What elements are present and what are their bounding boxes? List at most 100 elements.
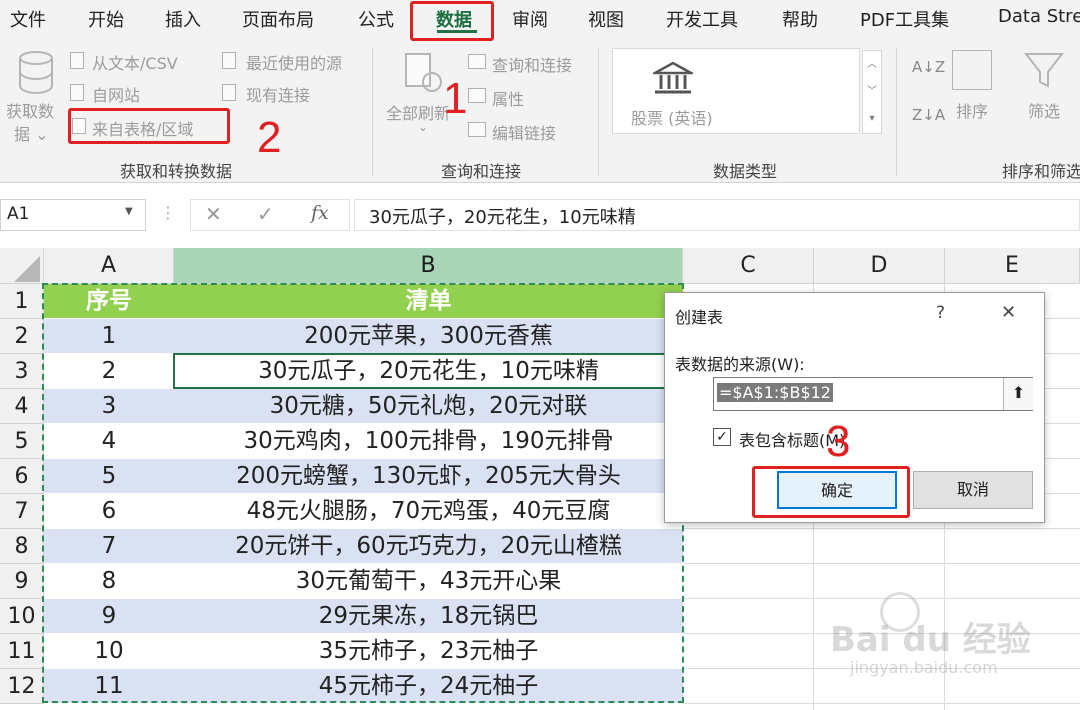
tab-help[interactable]: 帮助 <box>782 6 818 32</box>
row-header[interactable]: 6 <box>0 459 44 494</box>
group-separator <box>598 48 599 176</box>
watermark-paw-icon <box>880 592 920 632</box>
existing-connections-button[interactable]: 现有连接 <box>246 82 310 106</box>
row-header[interactable]: 12 <box>0 669 44 704</box>
annotation-box-ok <box>752 466 910 518</box>
cancel-icon[interactable]: ✕ <box>205 202 222 226</box>
sort-button[interactable]: 排序 <box>956 98 988 122</box>
tab-review[interactable]: 审阅 <box>512 6 548 32</box>
more-icon: ⋮ <box>160 203 176 222</box>
group-label-data-types: 数据类型 <box>713 162 778 181</box>
filter-icon <box>1022 50 1066 90</box>
insert-function-icon[interactable]: fx <box>311 202 329 224</box>
gallery-up-icon[interactable]: ︿ <box>863 51 881 78</box>
sort-za-icon[interactable]: Z↓A <box>912 106 945 124</box>
edit-links-button[interactable]: 编辑链接 <box>492 120 556 144</box>
group-label-sort-filter: 排序和筛选 <box>1002 162 1080 181</box>
annotation-box-from-table <box>68 108 230 144</box>
gallery-more-icon[interactable]: ▾ <box>863 105 881 132</box>
sort-az-icon[interactable]: A↓Z <box>912 58 945 76</box>
source-range-input[interactable]: =$A$1:$B$12 ⬆ <box>713 377 1033 411</box>
web-icon <box>70 84 84 101</box>
tab-pdf-tools[interactable]: PDF工具集 <box>860 6 949 32</box>
annotation-number-3: 3 <box>826 417 851 466</box>
row-header[interactable]: 4 <box>0 389 44 424</box>
column-header-c[interactable]: C <box>683 248 814 284</box>
annotation-number-1: 1 <box>443 74 468 123</box>
tab-insert[interactable]: 插入 <box>165 6 201 32</box>
group-label-queries: 查询和连接 <box>441 162 522 181</box>
group-separator <box>372 48 373 176</box>
row-header[interactable]: 11 <box>0 634 44 669</box>
get-data-dropdown[interactable]: 据 ⌄ <box>14 121 49 145</box>
group-label-get-transform: 获取和转换数据 <box>120 162 233 181</box>
tab-file[interactable]: 文件 <box>10 6 46 32</box>
chevron-down-icon: ⌄ <box>418 120 429 134</box>
annotation-box-data-tab <box>410 1 494 41</box>
row-header[interactable]: 2 <box>0 319 44 354</box>
row-gridline <box>683 598 1080 599</box>
formula-buttons: ✕ ✓ fx <box>190 199 350 231</box>
tab-page-layout[interactable]: 页面布局 <box>242 6 314 32</box>
tab-home[interactable]: 开始 <box>88 6 124 32</box>
column-header-d[interactable]: D <box>814 248 945 284</box>
recent-sources-icon <box>222 52 236 69</box>
refresh-icon <box>404 52 444 96</box>
tab-data-streamer[interactable]: Data Stre <box>998 6 1080 27</box>
edit-links-icon <box>468 122 486 137</box>
excel-window: { "tabs": ["文件","开始","插入","页面布局","公式","数… <box>0 0 1080 710</box>
row-gridline <box>683 528 1080 529</box>
active-cell[interactable] <box>173 353 684 389</box>
column-header-e[interactable]: E <box>945 248 1080 284</box>
get-data-button[interactable]: 获取数 <box>6 98 54 122</box>
copy-marquee <box>42 283 684 703</box>
dialog-title: 创建表 <box>675 308 724 327</box>
enter-icon[interactable]: ✓ <box>257 202 274 226</box>
watermark-brand: Bai du 经验 <box>830 620 1031 660</box>
help-icon[interactable]: ? <box>936 303 945 323</box>
stocks-type-button[interactable]: 股票 (英语) <box>631 105 713 129</box>
tab-formulas[interactable]: 公式 <box>358 6 394 32</box>
row-header[interactable]: 5 <box>0 424 44 459</box>
formula-bar-area: A1 ▼ ⋮ ✕ ✓ fx 30元瓜子，20元花生，10元味精 <box>0 183 1080 248</box>
row-header[interactable]: 1 <box>0 284 44 319</box>
source-label: 表数据的来源(W): <box>675 355 805 374</box>
column-header-a[interactable]: A <box>44 248 174 284</box>
formula-content: 30元瓜子，20元花生，10元味精 <box>369 207 636 228</box>
row-header[interactable]: 7 <box>0 494 44 529</box>
filter-button[interactable]: 筛选 <box>1028 98 1060 122</box>
from-text-csv-button[interactable]: 从文本/CSV <box>92 50 178 74</box>
has-headers-checkbox[interactable]: ✓ <box>713 428 731 446</box>
select-all-corner[interactable] <box>0 248 44 284</box>
queries-connections-button[interactable]: 查询和连接 <box>492 52 572 76</box>
formula-input[interactable]: 30元瓜子，20元花生，10元味精 <box>354 199 1080 231</box>
gallery-down-icon[interactable]: ﹀ <box>863 78 881 105</box>
existing-connections-icon <box>222 84 236 101</box>
database-icon <box>16 50 56 96</box>
recent-sources-button[interactable]: 最近使用的源 <box>246 50 342 74</box>
name-box[interactable]: A1 ▼ <box>0 199 146 231</box>
tab-developer[interactable]: 开发工具 <box>666 6 738 32</box>
ribbon-tabs: 文件 开始 插入 页面布局 公式 数据 审阅 视图 开发工具 帮助 PDF工具集… <box>0 0 1080 38</box>
row-header[interactable]: 3 <box>0 354 44 389</box>
row-gridline <box>683 563 1080 564</box>
cancel-button[interactable]: 取消 <box>913 471 1033 509</box>
text-file-icon <box>70 52 84 69</box>
column-header-b[interactable]: B <box>174 248 683 284</box>
query-icon <box>468 54 486 69</box>
collapse-dialog-icon[interactable]: ⬆ <box>1003 378 1033 410</box>
row-header[interactable]: 10 <box>0 599 44 634</box>
gallery-scroll[interactable]: ︿ ﹀ ▾ <box>862 50 882 134</box>
row-header[interactable]: 9 <box>0 564 44 599</box>
group-separator <box>896 48 897 176</box>
name-box-value: A1 <box>7 204 30 224</box>
row-header[interactable]: 8 <box>0 529 44 564</box>
close-icon[interactable]: ✕ <box>1001 302 1016 323</box>
source-range-value: =$A$1:$B$12 <box>717 383 833 402</box>
name-box-dropdown-icon[interactable]: ▼ <box>125 206 133 217</box>
from-web-button[interactable]: 自网站 <box>92 82 140 106</box>
properties-icon <box>468 88 486 103</box>
tab-view[interactable]: 视图 <box>588 6 624 32</box>
properties-button[interactable]: 属性 <box>492 86 524 110</box>
data-types-gallery[interactable]: 股票 (英语) <box>612 48 860 134</box>
